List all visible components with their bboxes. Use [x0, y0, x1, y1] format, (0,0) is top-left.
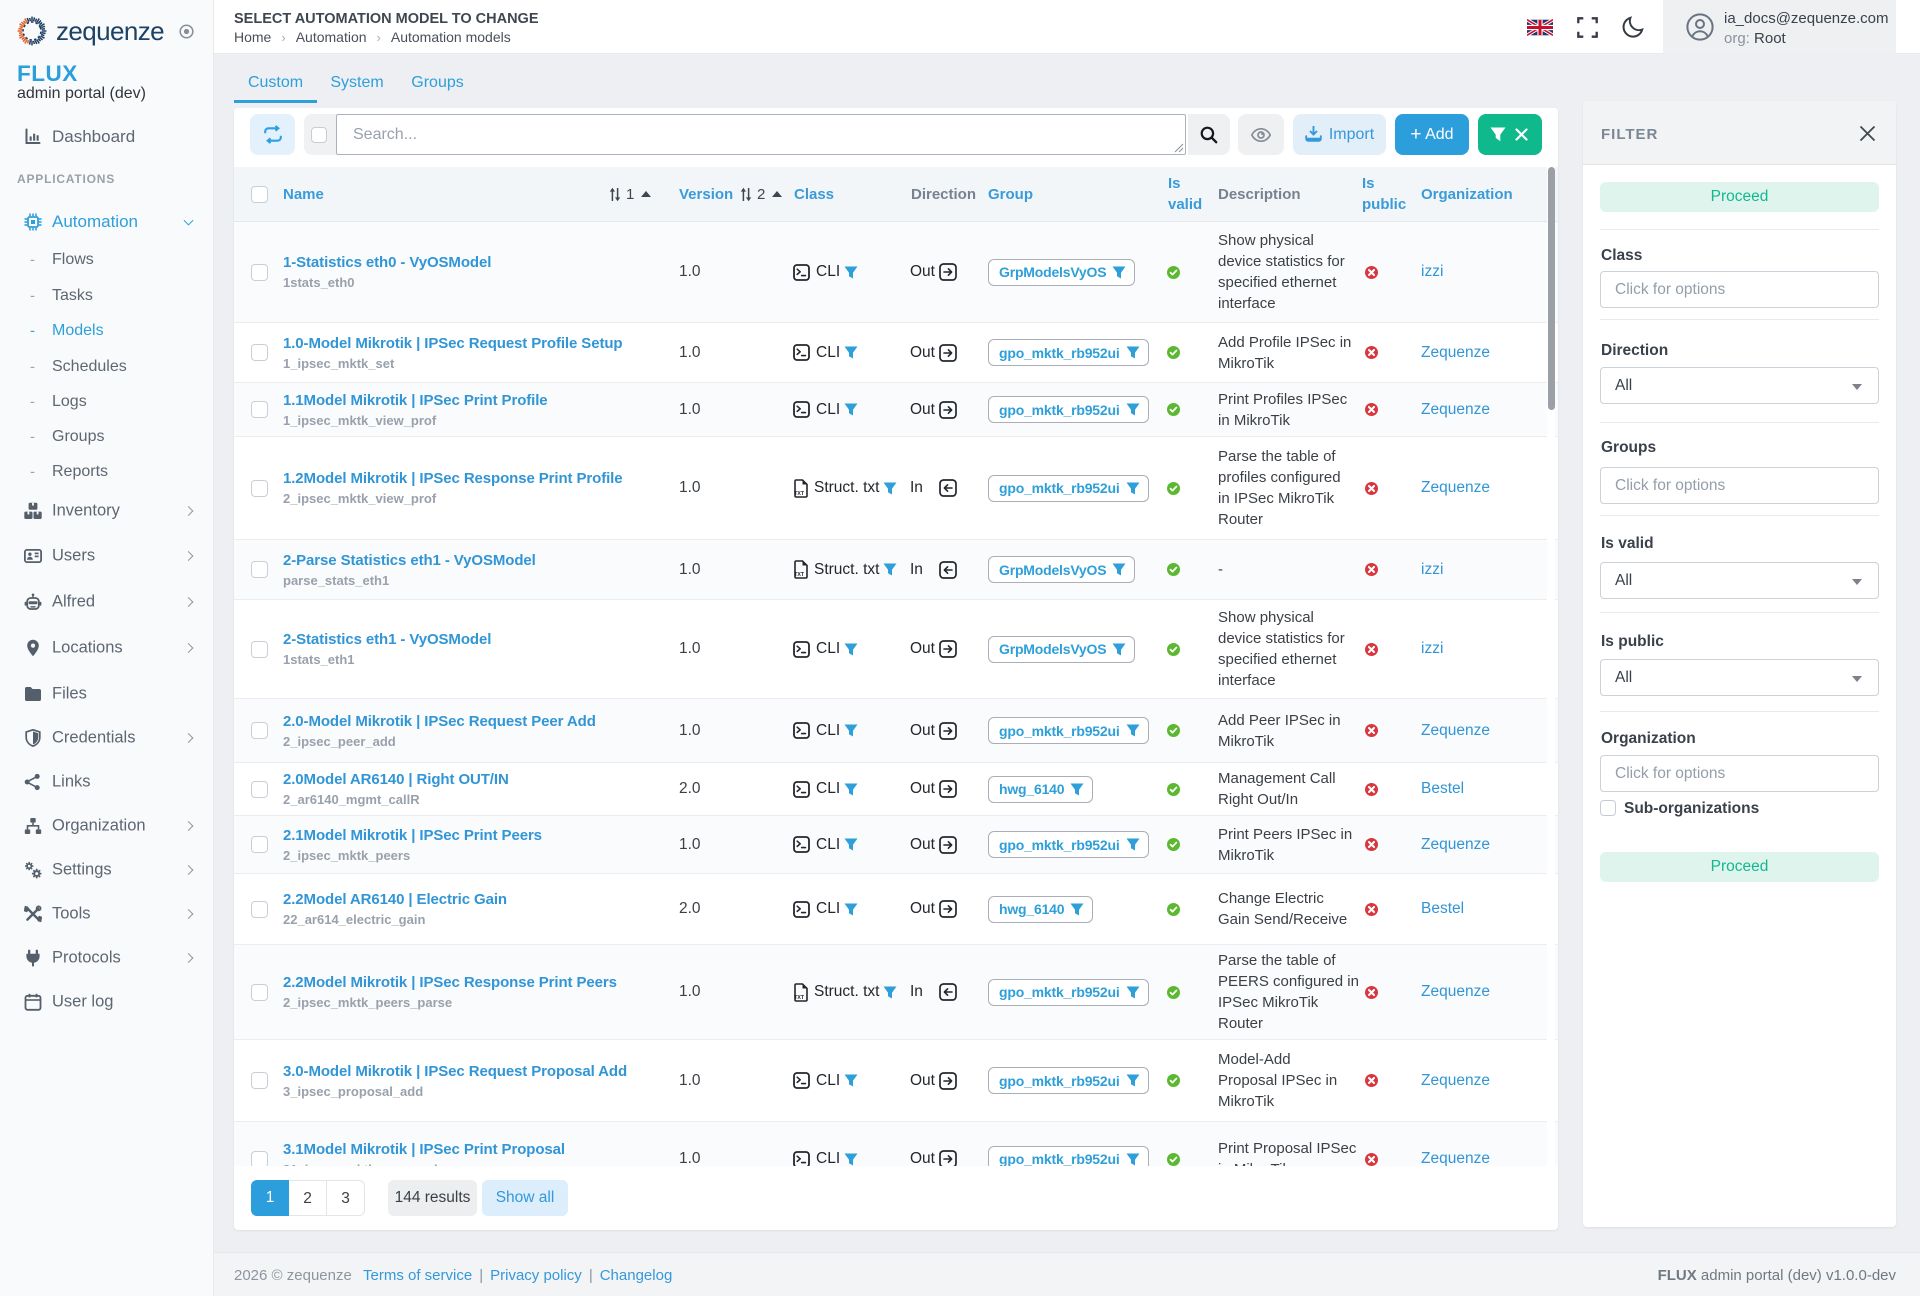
svg-text:TXT: TXT [794, 572, 805, 578]
svg-text:TXT: TXT [794, 491, 805, 497]
svg-text:TXT: TXT [794, 995, 805, 1001]
